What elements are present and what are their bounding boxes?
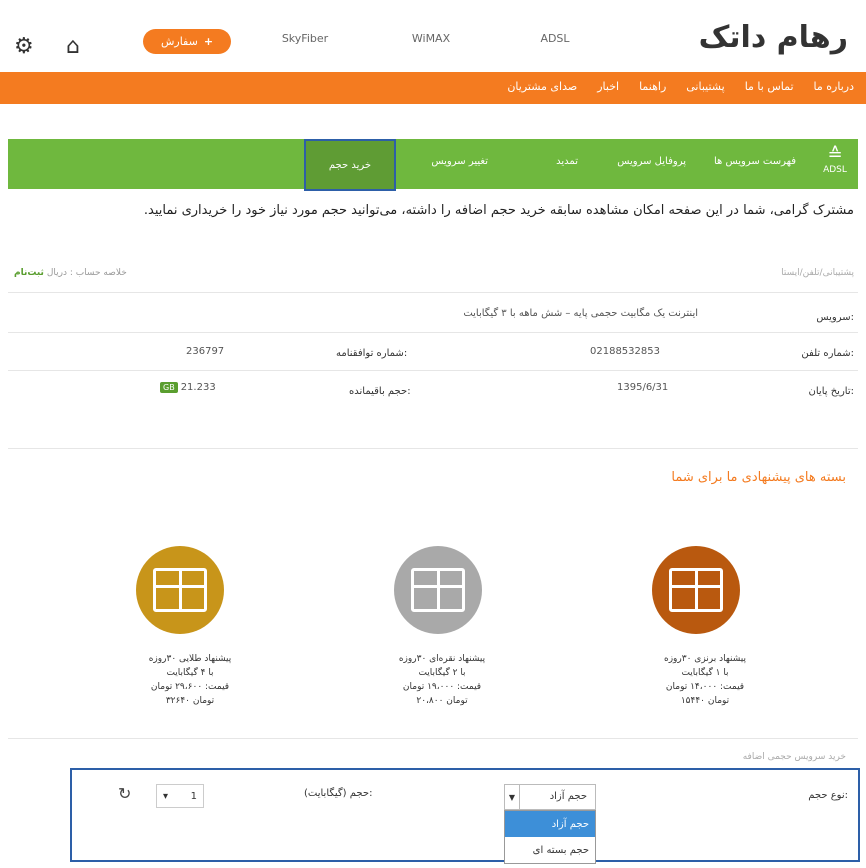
account-summary-link[interactable]: ثبت‌نام xyxy=(14,268,44,278)
gift-icon xyxy=(669,568,723,612)
plus-icon: + xyxy=(203,35,214,48)
tab-service-profile[interactable]: پروفایل سرویس xyxy=(617,156,686,167)
phone-value: 02188532853 xyxy=(590,346,660,357)
menu-news[interactable]: اخبار xyxy=(597,80,619,93)
adsl-icon-label: ADSL xyxy=(823,165,847,175)
divider xyxy=(8,292,858,293)
home-icon[interactable]: ⌂ xyxy=(66,34,80,59)
service-label: سرویس: xyxy=(816,312,854,323)
tab-skyfiber[interactable]: SkyFiber xyxy=(260,32,350,52)
menu-guide[interactable]: راهنما xyxy=(639,80,666,93)
package-title: پیشنهاد طلایی ۳۰روزه xyxy=(148,654,232,664)
intro-text: مشترک گرامی، شما در این صفحه امکان مشاهد… xyxy=(143,203,854,218)
divider xyxy=(8,738,858,739)
top-header: ⚙ ⌂ سفارش + SkyFiber WiMAX ADSL رهام دات… xyxy=(0,0,866,72)
remaining-amount: 21.233 xyxy=(180,382,216,393)
divider xyxy=(8,332,858,333)
adsl-icon[interactable]: ≙ ADSL xyxy=(820,145,850,183)
menu-feedback[interactable]: صدای مشتریان xyxy=(507,80,577,93)
package-gold[interactable]: پیشنهاد طلایی ۳۰روزه با ۴ گیگابایت قیمت:… xyxy=(115,546,265,708)
stepper-down-icon[interactable]: ▾ xyxy=(163,791,168,802)
dropdown-option[interactable]: حجم بسته ای xyxy=(505,837,595,863)
support-crumb: پشتیبانی/تلفن/ایستا xyxy=(781,268,854,278)
chevron-down-icon[interactable]: ▼ xyxy=(505,785,520,809)
gear-icon[interactable]: ⚙ xyxy=(14,34,34,59)
package-total: ۳۲۶۴۰ تومان xyxy=(165,696,215,706)
end-date-value: 1395/6/31 xyxy=(617,382,669,393)
volume-type-select[interactable]: ▼ حجم آزاد xyxy=(504,784,596,810)
volume-type-dropdown: حجم آزاد حجم بسته ای xyxy=(504,810,596,864)
tab-buy-volume[interactable]: خرید حجم xyxy=(304,139,396,191)
menu-contact[interactable]: تماس با ما xyxy=(745,80,794,93)
tab-renew[interactable]: تمدید xyxy=(556,156,578,167)
quantity-stepper[interactable]: ▾ 1 xyxy=(156,784,204,808)
service-menu: ≙ ADSL فهرست سرویس ها پروفایل سرویس تمدی… xyxy=(8,139,858,189)
tab-change-service[interactable]: تغییر سرویس xyxy=(431,156,488,167)
remaining-value: GB 21.233 xyxy=(160,382,216,393)
refresh-icon[interactable]: ↻ xyxy=(118,784,131,803)
package-total: ۱۵۴۴۰ تومان xyxy=(680,696,730,706)
purchase-section-title: خرید سرویس حجمی اضافه xyxy=(742,752,846,762)
package-description: پیشنهاد برنزی ۳۰روزه با ۱ گیگابایت قیمت:… xyxy=(630,652,780,708)
package-silver[interactable]: پیشنهاد نقره‌ای ۳۰روزه با ۲ گیگابایت قیم… xyxy=(367,546,517,708)
divider xyxy=(8,448,858,449)
suggest-title: بسته های پیشنهادی ما برای شما xyxy=(671,470,846,485)
tab-wimax[interactable]: WiMAX xyxy=(386,32,476,52)
service-value: اینترنت یک مگابیت حجمی پایه – شش ماهه با… xyxy=(463,308,698,319)
tab-service-list[interactable]: فهرست سرویس ها xyxy=(714,156,796,167)
router-icon: ≙ xyxy=(827,144,843,165)
divider xyxy=(8,370,858,371)
account-summary: خلاصه حساب : دریال ثبت‌نام xyxy=(14,268,127,278)
menu-support[interactable]: پشتیبانی xyxy=(686,80,724,93)
remaining-unit-badge: GB xyxy=(160,382,178,393)
package-description: پیشنهاد طلایی ۳۰روزه با ۴ گیگابایت قیمت:… xyxy=(115,652,265,708)
main-menu: درباره ما تماس با ما پشتیبانی راهنما اخب… xyxy=(0,72,866,104)
dropdown-option[interactable]: حجم آزاد xyxy=(505,811,595,837)
contract-label: شماره توافقنامه: xyxy=(336,348,408,359)
menu-about[interactable]: درباره ما xyxy=(814,80,854,93)
package-total: ۲۰،۸۰۰ تومان xyxy=(416,696,468,706)
order-button-label: سفارش xyxy=(160,35,198,48)
package-volume: با ۱ گیگابایت xyxy=(681,668,729,678)
package-bronze[interactable]: پیشنهاد برنزی ۳۰روزه با ۱ گیگابایت قیمت:… xyxy=(630,546,780,708)
phone-label: شماره تلفن: xyxy=(801,348,854,359)
remaining-label: حجم باقیمانده: xyxy=(349,386,411,397)
account-summary-prefix: خلاصه حساب : دریال xyxy=(46,268,127,278)
volume-type-label: نوع حجم: xyxy=(808,790,848,801)
package-volume: با ۴ گیگابایت xyxy=(166,668,214,678)
package-title: پیشنهاد نقره‌ای ۳۰روزه xyxy=(398,654,486,664)
gold-package-circle xyxy=(136,546,224,634)
volume-gb-label: حجم (گیگابایت): xyxy=(304,788,373,799)
volume-type-selected: حجم آزاد xyxy=(549,791,587,802)
silver-package-circle xyxy=(394,546,482,634)
end-date-label: تاریخ پایان: xyxy=(808,386,854,397)
order-button[interactable]: سفارش + xyxy=(143,29,231,54)
package-volume: با ۲ گیگابایت xyxy=(418,668,466,678)
package-title: پیشنهاد برنزی ۳۰روزه xyxy=(663,654,746,664)
purchase-form: نوع حجم: ▼ حجم آزاد حجم آزاد حجم بسته ای… xyxy=(70,768,860,864)
package-price: قیمت: ۱۴،۰۰۰ تومان xyxy=(665,682,745,692)
contract-value: 236797 xyxy=(186,346,225,357)
gift-icon xyxy=(153,568,207,612)
tab-adsl[interactable]: ADSL xyxy=(510,32,600,52)
site-logo[interactable]: رهام داتک xyxy=(699,20,848,55)
package-description: پیشنهاد نقره‌ای ۳۰روزه با ۲ گیگابایت قیم… xyxy=(367,652,517,708)
package-price: قیمت: ۱۹،۰۰۰ تومان xyxy=(402,682,482,692)
package-price: قیمت: ۲۹،۶۰۰ تومان xyxy=(150,682,230,692)
quantity-value: 1 xyxy=(190,790,197,802)
gift-icon xyxy=(411,568,465,612)
bronze-package-circle xyxy=(652,546,740,634)
